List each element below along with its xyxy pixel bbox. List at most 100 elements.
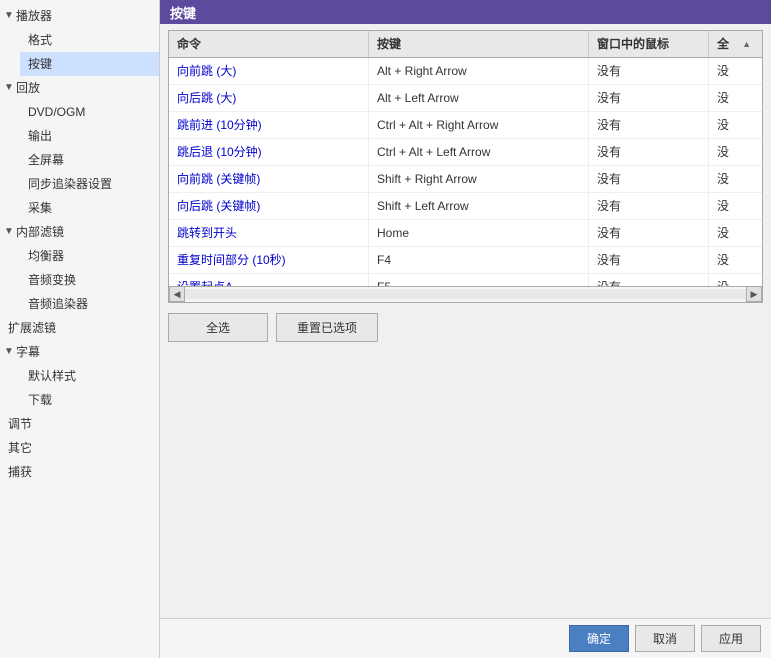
sidebar-item-output[interactable]: 输出 — [20, 124, 159, 148]
cell-global: 没 — [709, 139, 759, 165]
panel-header: 按键 — [160, 0, 771, 24]
sidebar-item-hotkeys[interactable]: 按键 — [20, 52, 159, 76]
sidebar-playback-children: DVD/OGM 输出 全屏幕 同步追染器设置 采集 — [16, 100, 159, 220]
cell-global: 没 — [709, 193, 759, 219]
col-hotkey: 按键 — [369, 31, 589, 57]
table-row[interactable]: 跳后退 (10分钟)Ctrl + Alt + Left Arrow没有没 — [169, 139, 762, 166]
cell-hotkey: F5 — [369, 274, 589, 286]
cell-mouse: 没有 — [589, 85, 709, 111]
dialog-buttons: 确定 取消 应用 — [160, 618, 771, 658]
triangle-icon-playback: ▼ — [4, 78, 16, 98]
cell-mouse: 没有 — [589, 139, 709, 165]
sidebar: ▼ 播放器 格式 按键 ▼ 回放 DVD/OGM 输出 全屏幕 — [0, 0, 160, 658]
sidebar-group-player: ▼ 播放器 格式 按键 — [0, 4, 159, 76]
sidebar-item-adjust[interactable]: 调节 — [0, 412, 159, 436]
sidebar-group-filters: ▼ 内部滤镜 均衡器 音频变换 音频追染器 — [0, 220, 159, 316]
triangle-icon-filters: ▼ — [4, 222, 16, 242]
table-row[interactable]: 向前跳 (大)Alt + Right Arrow没有没 — [169, 58, 762, 85]
cell-command: 重复时间部分 (10秒) — [169, 247, 369, 273]
sidebar-subtitles-children: 默认样式 下载 — [16, 364, 159, 412]
table-row[interactable]: 设置起点AF5没有没 — [169, 274, 762, 286]
sort-arrow-icon: ▲ — [742, 35, 751, 53]
cell-mouse: 没有 — [589, 193, 709, 219]
cell-command: 跳后退 (10分钟) — [169, 139, 369, 165]
sidebar-item-player[interactable]: ▼ 播放器 — [0, 4, 159, 28]
table-row[interactable]: 重复时间部分 (10秒)F4没有没 — [169, 247, 762, 274]
cell-command: 向后跳 (关键帧) — [169, 193, 369, 219]
table-row[interactable]: 向前跳 (关键帧)Shift + Right Arrow没有没 — [169, 166, 762, 193]
sidebar-item-equalizer[interactable]: 均衡器 — [20, 244, 159, 268]
cell-hotkey: Shift + Right Arrow — [369, 166, 589, 192]
cell-mouse: 没有 — [589, 112, 709, 138]
sidebar-item-filters[interactable]: ▼ 内部滤镜 — [0, 220, 159, 244]
cell-hotkey: Ctrl + Alt + Right Arrow — [369, 112, 589, 138]
sidebar-item-capture[interactable]: 采集 — [20, 196, 159, 220]
cell-global: 没 — [709, 112, 759, 138]
bottom-spacer — [160, 348, 771, 619]
cancel-button[interactable]: 取消 — [635, 625, 695, 652]
cell-global: 没 — [709, 220, 759, 246]
cell-hotkey: F4 — [369, 247, 589, 273]
cell-global: 没 — [709, 58, 759, 84]
scroll-left-arrow[interactable]: ◀ — [169, 286, 185, 302]
cell-command: 跳转到开头 — [169, 220, 369, 246]
sidebar-item-dvd[interactable]: DVD/OGM — [20, 100, 159, 124]
main-content: 按键 命令 按键 窗口中的鼠标 全 ▲ 向前跳 (大)Alt + Right A… — [160, 0, 771, 658]
cell-hotkey: Shift + Left Arrow — [369, 193, 589, 219]
sidebar-group-playback: ▼ 回放 DVD/OGM 输出 全屏幕 同步追染器设置 采集 — [0, 76, 159, 220]
apply-button[interactable]: 应用 — [701, 625, 761, 652]
sidebar-item-format[interactable]: 格式 — [20, 28, 159, 52]
reset-selected-button[interactable]: 重置已选项 — [276, 313, 378, 342]
cell-command: 跳前进 (10分钟) — [169, 112, 369, 138]
sidebar-item-audiorender[interactable]: 音频追染器 — [20, 292, 159, 316]
sidebar-item-subtitles[interactable]: ▼ 字幕 — [0, 340, 159, 364]
table-row[interactable]: 跳前进 (10分钟)Ctrl + Alt + Right Arrow没有没 — [169, 112, 762, 139]
cell-global: 没 — [709, 274, 759, 286]
sidebar-item-audioconv[interactable]: 音频变换 — [20, 268, 159, 292]
sidebar-filters-children: 均衡器 音频变换 音频追染器 — [16, 244, 159, 316]
cell-hotkey: Home — [369, 220, 589, 246]
table-header-row: 命令 按键 窗口中的鼠标 全 ▲ — [169, 31, 762, 58]
sidebar-item-extfilters[interactable]: 扩展滤镜 — [0, 316, 159, 340]
col-mouse: 窗口中的鼠标 — [589, 31, 709, 57]
col-global: 全 ▲ — [709, 31, 759, 57]
cell-hotkey: Alt + Right Arrow — [369, 58, 589, 84]
table-row[interactable]: 向后跳 (关键帧)Shift + Left Arrow没有没 — [169, 193, 762, 220]
hotkeys-table: 命令 按键 窗口中的鼠标 全 ▲ 向前跳 (大)Alt + Right Arro… — [168, 30, 763, 303]
sidebar-item-screencap[interactable]: 捕获 — [0, 460, 159, 484]
cell-global: 没 — [709, 166, 759, 192]
triangle-icon-subtitles: ▼ — [4, 342, 16, 362]
action-buttons: 全选 重置已选项 — [160, 307, 771, 348]
horizontal-scrollbar[interactable]: ◀ ▶ — [169, 286, 762, 302]
cell-hotkey: Alt + Left Arrow — [369, 85, 589, 111]
sidebar-item-playback[interactable]: ▼ 回放 — [0, 76, 159, 100]
cell-mouse: 没有 — [589, 58, 709, 84]
table-row[interactable]: 向后跳 (大)Alt + Left Arrow没有没 — [169, 85, 762, 112]
cell-command: 设置起点A — [169, 274, 369, 286]
sidebar-item-download[interactable]: 下载 — [20, 388, 159, 412]
cell-mouse: 没有 — [589, 247, 709, 273]
select-all-button[interactable]: 全选 — [168, 313, 268, 342]
sidebar-item-other[interactable]: 其它 — [0, 436, 159, 460]
sidebar-item-sync[interactable]: 同步追染器设置 — [20, 172, 159, 196]
cell-command: 向后跳 (大) — [169, 85, 369, 111]
cell-global: 没 — [709, 85, 759, 111]
cell-mouse: 没有 — [589, 274, 709, 286]
triangle-icon: ▼ — [4, 6, 16, 26]
cell-hotkey: Ctrl + Alt + Left Arrow — [369, 139, 589, 165]
scroll-track[interactable] — [185, 289, 746, 299]
cell-command: 向前跳 (关键帧) — [169, 166, 369, 192]
cell-mouse: 没有 — [589, 166, 709, 192]
sidebar-item-defaultstyle[interactable]: 默认样式 — [20, 364, 159, 388]
table-row[interactable]: 跳转到开头Home没有没 — [169, 220, 762, 247]
cell-command: 向前跳 (大) — [169, 58, 369, 84]
sidebar-item-fullscreen[interactable]: 全屏幕 — [20, 148, 159, 172]
sidebar-group-subtitles: ▼ 字幕 默认样式 下载 — [0, 340, 159, 412]
table-body[interactable]: 向前跳 (大)Alt + Right Arrow没有没向后跳 (大)Alt + … — [169, 58, 762, 286]
sidebar-player-children: 格式 按键 — [16, 28, 159, 76]
panel-title: 按键 — [170, 3, 196, 22]
cell-mouse: 没有 — [589, 220, 709, 246]
cell-global: 没 — [709, 247, 759, 273]
scroll-right-arrow[interactable]: ▶ — [746, 286, 762, 302]
ok-button[interactable]: 确定 — [569, 625, 629, 652]
